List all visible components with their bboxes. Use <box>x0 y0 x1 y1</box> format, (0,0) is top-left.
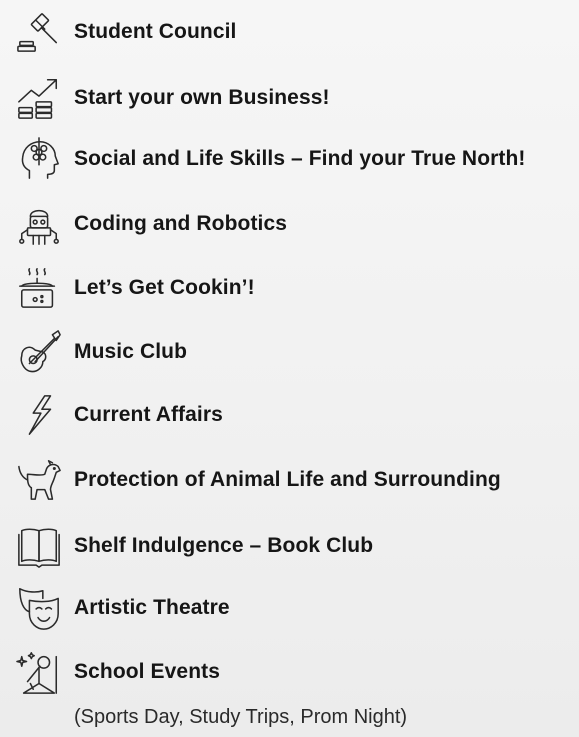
activity-business: Start your own Business! <box>14 71 330 125</box>
activity-label: Shelf Indulgence – Book Club <box>74 534 374 557</box>
gavel-icon <box>14 7 64 57</box>
activity-label: Let’s Get Cookin’! <box>74 276 255 299</box>
cooking-pot-icon <box>14 263 64 313</box>
open-book-icon <box>14 521 64 571</box>
activity-school-events: School Events <box>14 645 220 699</box>
activity-label: School Events <box>74 660 221 683</box>
dog-icon <box>14 455 64 505</box>
activity-cooking: Let’s Get Cookin’! <box>14 261 255 315</box>
activity-label: Music Club <box>74 340 188 363</box>
activity-label: Social and Life Skills – Find your True … <box>74 147 526 170</box>
school-events-note: (Sports Day, Study Trips, Prom Night) <box>74 706 408 728</box>
activity-label: Protection of Animal Life and Surroundin… <box>74 468 501 491</box>
lightning-icon <box>14 390 64 440</box>
guitar-icon <box>14 327 64 377</box>
robot-icon <box>14 199 64 249</box>
activity-label: Coding and Robotics <box>74 212 288 235</box>
activity-artistic-theatre: Artistic Theatre <box>14 581 230 635</box>
activity-current-affairs: Current Affairs <box>14 388 223 442</box>
microphone-sparkle-icon <box>14 647 64 697</box>
activity-student-council: Student Council <box>14 5 237 59</box>
growth-chart-icon <box>14 73 64 123</box>
activity-label: Student Council <box>74 20 237 43</box>
activity-book-club: Shelf Indulgence – Book Club <box>14 519 373 573</box>
head-mind-icon <box>14 134 64 184</box>
activity-label: Artistic Theatre <box>74 596 230 619</box>
activity-music-club: Music Club <box>14 325 187 379</box>
activity-animal-protection: Protection of Animal Life and Surroundin… <box>14 453 501 507</box>
activity-label: Current Affairs <box>74 403 223 426</box>
activity-coding-robotics: Coding and Robotics <box>14 197 287 251</box>
activity-social-life-skills: Social and Life Skills – Find your True … <box>14 132 526 186</box>
theatre-mask-icon <box>14 583 64 633</box>
activity-label: Start your own Business! <box>74 86 330 109</box>
